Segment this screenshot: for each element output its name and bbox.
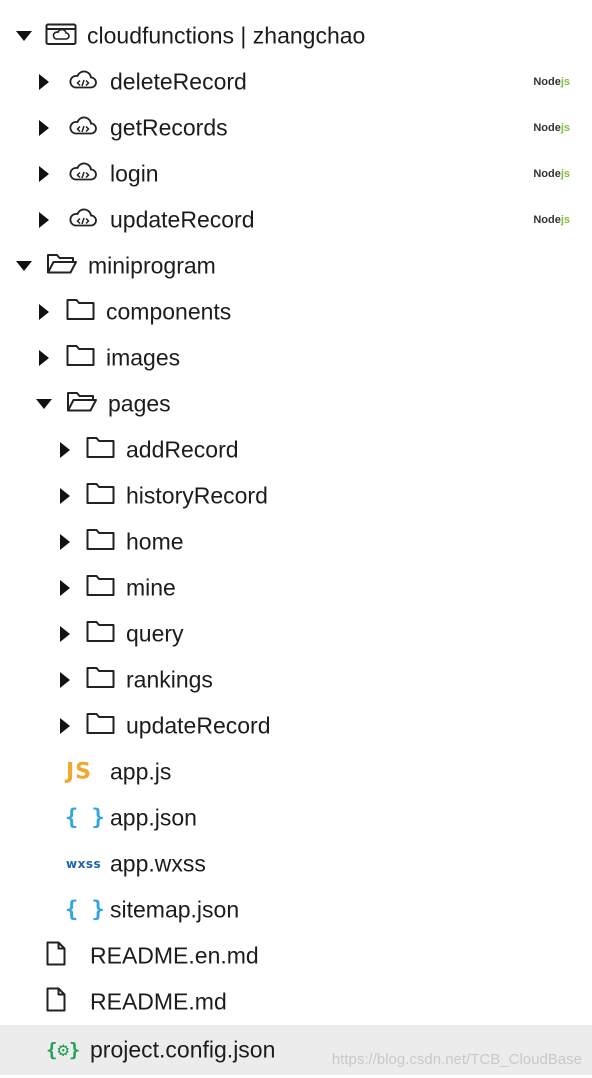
nodejs-badge-suffix: js xyxy=(560,168,570,180)
tree-item-page-folder[interactable]: home xyxy=(0,519,592,565)
cloud-function-icon xyxy=(67,69,99,96)
tree-item-page-folder[interactable]: updateRecord xyxy=(0,703,592,749)
chevron-right-icon[interactable] xyxy=(60,442,70,458)
tree-item-cloudfunctions[interactable]: cloudfunctions | zhangchao xyxy=(0,13,592,59)
tree-item-label: README.en.md xyxy=(90,942,259,969)
chevron-right-icon[interactable] xyxy=(60,626,70,642)
tree-item-page-folder[interactable]: historyRecord xyxy=(0,473,592,519)
chevron-down-icon[interactable] xyxy=(16,261,32,271)
tree-item-label: addRecord xyxy=(126,436,239,463)
tree-item-label: project.config.json xyxy=(90,1036,276,1063)
nodejs-badge-suffix: js xyxy=(560,214,570,226)
tree-item-pages[interactable]: pages xyxy=(0,381,592,427)
tree-item-label: app.json xyxy=(110,804,197,831)
chevron-right-icon[interactable] xyxy=(39,304,49,320)
tree-item-file-sitemap-json[interactable]: { } sitemap.json xyxy=(0,887,592,933)
chevron-right-icon[interactable] xyxy=(39,120,49,136)
cloud-function-icon xyxy=(67,161,99,188)
chevron-right-icon[interactable] xyxy=(39,212,49,228)
chevron-right-icon[interactable] xyxy=(60,580,70,596)
json-file-icon: { } xyxy=(65,805,105,831)
nodejs-badge-prefix: Node xyxy=(533,168,561,180)
folder-icon xyxy=(86,483,115,510)
javascript-file-icon: JS xyxy=(66,759,93,785)
nodejs-badge-prefix: Node xyxy=(533,76,561,88)
folder-open-icon xyxy=(66,390,98,419)
tree-item-file-readme[interactable]: README.md xyxy=(0,979,592,1025)
document-file-icon xyxy=(46,987,66,1017)
folder-icon xyxy=(86,575,115,602)
json-file-icon: { } xyxy=(65,897,105,923)
nodejs-badge-prefix: Node xyxy=(533,122,561,134)
chevron-right-icon[interactable] xyxy=(39,74,49,90)
nodejs-badge: Nodejs xyxy=(533,122,570,134)
tree-item-label: updateRecord xyxy=(110,206,255,233)
tree-item-components[interactable]: components xyxy=(0,289,592,335)
chevron-right-icon[interactable] xyxy=(60,488,70,504)
nodejs-badge: Nodejs xyxy=(533,214,570,226)
tree-item-label: cloudfunctions | zhangchao xyxy=(87,22,366,49)
tree-item-label: deleteRecord xyxy=(110,68,247,95)
cloud-folder-icon xyxy=(45,22,77,51)
nodejs-badge: Nodejs xyxy=(533,168,570,180)
tree-item-label: miniprogram xyxy=(88,252,216,279)
config-file-icon: {⚙} xyxy=(46,1039,81,1061)
nodejs-badge: Nodejs xyxy=(533,76,570,88)
tree-item-file-app-wxss[interactable]: wxss app.wxss xyxy=(0,841,592,887)
wxss-file-icon: wxss xyxy=(66,857,102,871)
chevron-down-icon[interactable] xyxy=(36,399,52,409)
nodejs-badge-prefix: Node xyxy=(533,214,561,226)
chevron-right-icon[interactable] xyxy=(60,672,70,688)
tree-item-label: updateRecord xyxy=(126,712,271,739)
tree-item-page-folder[interactable]: query xyxy=(0,611,592,657)
cloud-function-icon xyxy=(67,115,99,142)
tree-item-label: getRecords xyxy=(110,114,228,141)
tree-item-page-folder[interactable]: addRecord xyxy=(0,427,592,473)
tree-item-cloudfunction[interactable]: updateRecord Nodejs xyxy=(0,197,592,243)
chevron-right-icon[interactable] xyxy=(39,350,49,366)
folder-icon xyxy=(66,345,95,372)
tree-item-file-app-js[interactable]: JS app.js xyxy=(0,749,592,795)
nodejs-badge-suffix: js xyxy=(560,122,570,134)
cloud-function-icon xyxy=(67,207,99,234)
tree-item-label: mine xyxy=(126,574,176,601)
folder-icon xyxy=(86,667,115,694)
document-file-icon xyxy=(46,941,66,971)
chevron-right-icon[interactable] xyxy=(60,534,70,550)
tree-item-cloudfunction[interactable]: getRecords Nodejs xyxy=(0,105,592,151)
tree-item-file-app-json[interactable]: { } app.json xyxy=(0,795,592,841)
folder-icon xyxy=(86,713,115,740)
tree-item-label: historyRecord xyxy=(126,482,268,509)
tree-item-label: login xyxy=(110,160,159,187)
folder-icon xyxy=(86,529,115,556)
tree-item-images[interactable]: images xyxy=(0,335,592,381)
chevron-right-icon[interactable] xyxy=(39,166,49,182)
folder-icon xyxy=(86,621,115,648)
tree-item-label: app.wxss xyxy=(110,850,206,877)
tree-item-label: query xyxy=(126,620,184,647)
tree-item-label: app.js xyxy=(110,758,172,785)
tree-item-page-folder[interactable]: rankings xyxy=(0,657,592,703)
tree-item-label: components xyxy=(106,298,232,325)
tree-item-miniprogram[interactable]: miniprogram xyxy=(0,243,592,289)
tree-item-label: images xyxy=(106,344,181,371)
tree-item-cloudfunction[interactable]: deleteRecord Nodejs xyxy=(0,59,592,105)
tree-item-label: sitemap.json xyxy=(110,896,240,923)
tree-item-cloudfunction[interactable]: login Nodejs xyxy=(0,151,592,197)
tree-item-label: README.md xyxy=(90,988,227,1015)
tree-item-label: home xyxy=(126,528,184,555)
tree-item-file-readme-en[interactable]: README.en.md xyxy=(0,933,592,979)
tree-item-label: pages xyxy=(108,390,171,417)
watermark: https://blog.csdn.net/TCB_CloudBase xyxy=(331,1051,582,1068)
folder-icon xyxy=(66,299,95,326)
folder-open-icon xyxy=(46,252,78,281)
folder-icon xyxy=(86,437,115,464)
tree-item-page-folder[interactable]: mine xyxy=(0,565,592,611)
tree-item-label: rankings xyxy=(126,666,213,693)
nodejs-badge-suffix: js xyxy=(560,76,570,88)
chevron-right-icon[interactable] xyxy=(60,718,70,734)
chevron-down-icon[interactable] xyxy=(16,31,32,41)
